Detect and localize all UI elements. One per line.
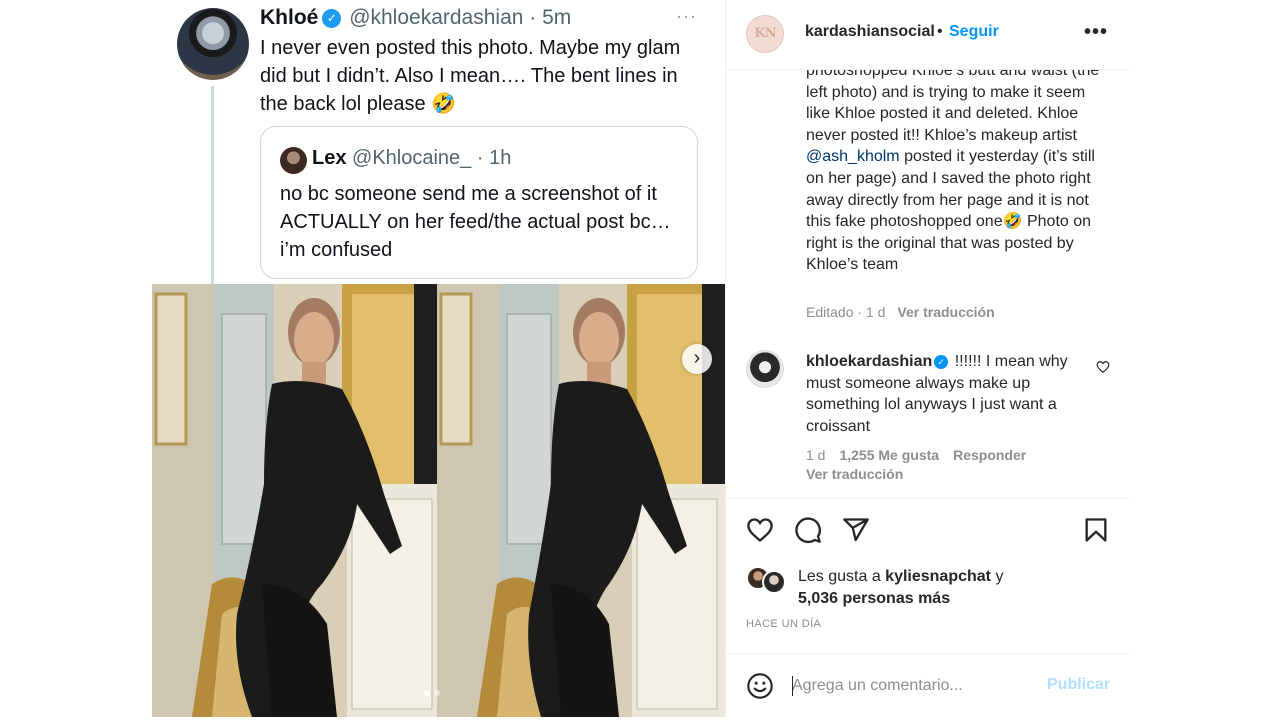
verified-icon: ✓ xyxy=(934,355,949,369)
photo-right xyxy=(437,284,725,717)
quoted-author-avatar xyxy=(280,147,307,174)
account-avatar-monogram: KN xyxy=(754,26,776,41)
verified-icon: ✓ xyxy=(322,9,342,28)
share-icon[interactable] xyxy=(842,516,870,544)
translate-link[interactable]: Ver traducción xyxy=(897,304,994,320)
mention-link[interactable]: @ash_kholm xyxy=(806,148,900,165)
quoted-tweet: Lex @Khlocaine_ · 1h no bc someone send … xyxy=(260,126,698,279)
likes-count[interactable]: 5,036 personas más xyxy=(798,590,950,607)
quoted-tweet-text: no bc someone send me a screenshot of it… xyxy=(280,183,671,261)
heart-icon[interactable] xyxy=(746,516,774,544)
account-name[interactable]: kardashiansocial xyxy=(805,23,935,41)
edited-time: Editado · 1 d xyxy=(806,304,886,320)
tweet-text: I never even posted this photo. Maybe my… xyxy=(260,37,681,115)
comment-meta: Editado · 1 d Ver traducción xyxy=(806,304,995,320)
post-side-panel: KN kardashiansocial • Seguir ••• photosh… xyxy=(725,0,1129,717)
likes-text: Les gusta a kyliesnapchat y 5,036 person… xyxy=(798,566,1003,610)
comments-list[interactable]: photoshopped Khloe’s butt and waist (the… xyxy=(726,60,1129,498)
header-separator: • xyxy=(937,23,943,40)
translate-link[interactable]: Ver traducción xyxy=(806,466,903,482)
add-comment-bar: Publicar xyxy=(726,653,1129,717)
thread-line xyxy=(211,86,214,284)
liker-username[interactable]: kyliesnapchat xyxy=(885,568,991,585)
tweet-author-name: Khloé xyxy=(260,6,319,29)
text-caret xyxy=(792,676,793,696)
comment-username[interactable]: khloekardashian xyxy=(806,353,932,370)
carousel-dot xyxy=(434,690,440,696)
tweet-time: · 5m xyxy=(529,6,572,29)
quoted-tweet-time: · 1h xyxy=(476,147,512,169)
likes-connector: y xyxy=(991,568,1004,585)
comment-meta: 1 d 1,255 Me gusta Responder xyxy=(806,447,1040,463)
account-avatar[interactable]: KN xyxy=(746,15,784,53)
comment-text: posted it yesterday (it’s still on her p… xyxy=(806,148,1095,274)
follow-button[interactable]: Seguir xyxy=(949,23,999,41)
reply-button[interactable]: Responder xyxy=(953,447,1026,463)
quoted-author-handle: @Khlocaine_ xyxy=(352,147,472,169)
post-actions xyxy=(726,498,1129,558)
more-options-icon[interactable]: ••• xyxy=(1084,21,1108,44)
liker-avatar[interactable] xyxy=(762,570,786,594)
comment-input[interactable] xyxy=(792,674,1032,698)
emoji-icon[interactable] xyxy=(746,672,774,700)
more-options-icon: ··· xyxy=(676,6,697,26)
post-media: Khloé ✓ @khloekardashian · 5m ··· I never… xyxy=(152,0,725,717)
post-header: KN kardashiansocial • Seguir ••• xyxy=(726,0,1129,70)
tweet-author-avatar xyxy=(177,8,249,80)
tweet-author-handle: @khloekardashian xyxy=(349,6,524,29)
comment-likes[interactable]: 1,255 Me gusta xyxy=(839,447,939,463)
carousel-indicator xyxy=(424,690,440,696)
quoted-author-name: Lex xyxy=(312,147,347,169)
comment-avatar[interactable] xyxy=(746,350,784,388)
quoted-tweet-header: Lex @Khlocaine_ · 1h xyxy=(312,147,511,170)
photo-left xyxy=(152,284,437,717)
comment: khloekardashian ✓ !!!!!! I mean why must … xyxy=(806,351,1086,437)
post-timestamp[interactable]: HACE UN DÍA xyxy=(746,618,821,630)
heart-icon[interactable] xyxy=(1096,360,1110,374)
carousel-dot-active xyxy=(424,690,430,696)
tweet-header: Khloé ✓ @khloekardashian · 5m xyxy=(260,6,571,30)
next-slide-button[interactable]: › xyxy=(682,344,712,374)
comment-time: 1 d xyxy=(806,447,826,463)
bookmark-icon[interactable] xyxy=(1082,516,1110,544)
publish-button[interactable]: Publicar xyxy=(1047,676,1110,694)
likes-prefix: Les gusta a xyxy=(798,568,886,585)
tweet-screenshot: Khloé ✓ @khloekardashian · 5m ··· I never… xyxy=(152,0,725,286)
caption-comment: photoshopped Khloe’s butt and waist (the… xyxy=(806,60,1101,276)
comment-text: photoshopped Khloe’s butt and waist (the… xyxy=(806,62,1100,144)
likes-summary: Les gusta a kyliesnapchat y 5,036 person… xyxy=(746,566,1106,608)
comment-icon[interactable] xyxy=(794,516,822,544)
